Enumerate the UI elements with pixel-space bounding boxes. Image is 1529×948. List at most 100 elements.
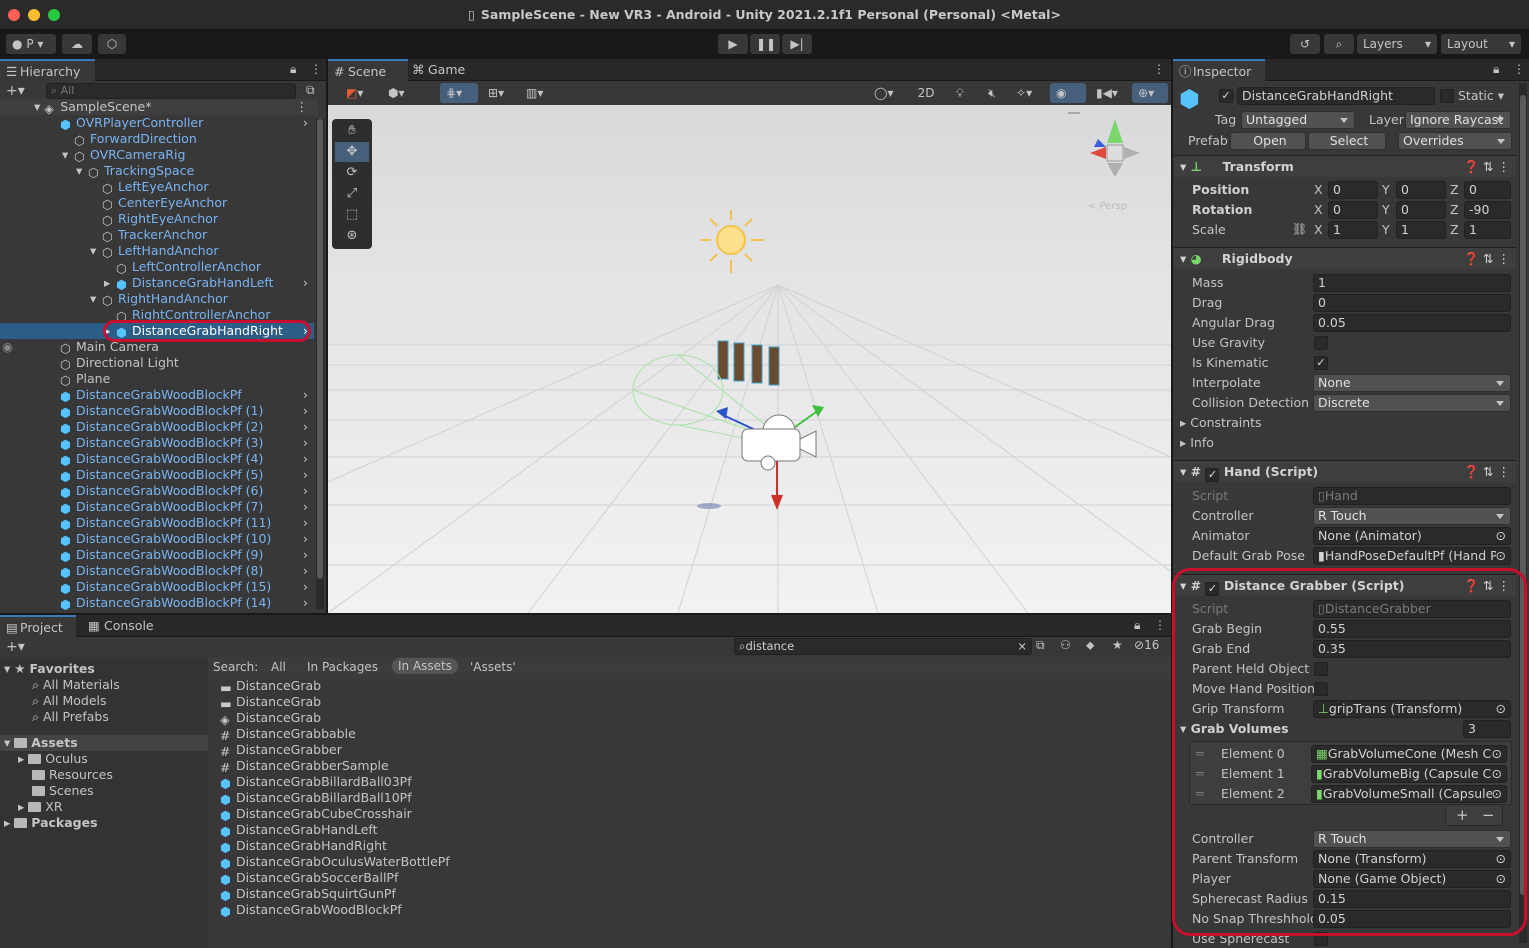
prefab-open-button-face[interactable]: Open xyxy=(1230,132,1306,150)
expand-arrow-icon[interactable]: ▾ xyxy=(76,163,88,179)
favorite-item[interactable]: ⌕ All Materials xyxy=(32,677,120,693)
angular-drag-field[interactable]: 0.05 xyxy=(1313,314,1511,332)
history-button[interactable]: ↺ xyxy=(1290,34,1320,54)
search-result-item[interactable]: # DistanceGrabberSample xyxy=(220,758,389,775)
layer-dropdown[interactable]: Ignore Raycast xyxy=(1405,111,1511,129)
open-prefab-icon[interactable]: › xyxy=(303,451,308,467)
rotation-y-field[interactable]: 0 xyxy=(1396,201,1446,219)
grid-plane-button[interactable]: ▥▾ xyxy=(520,83,556,103)
project-search-input[interactable]: ⌕distance × xyxy=(734,638,1032,655)
layout-dropdown[interactable]: Layout ▾ xyxy=(1441,34,1521,54)
favorite-item[interactable]: ⌕ All Models xyxy=(32,693,107,709)
layers-dropdown[interactable]: Layers ▾ xyxy=(1357,34,1437,54)
open-prefab-icon[interactable]: › xyxy=(303,499,308,515)
position-z-field[interactable]: 0 xyxy=(1464,181,1511,199)
is-kinematic-checkbox[interactable]: ✓ xyxy=(1314,356,1328,370)
axis-x-label[interactable]: X xyxy=(1314,201,1323,219)
object-name-field[interactable]: DistanceGrabHandRight xyxy=(1237,87,1435,105)
transform-tool-icon[interactable]: ⊛ xyxy=(335,226,369,246)
axis-z-label[interactable]: Z xyxy=(1450,221,1459,239)
tag-icon[interactable]: ⬥ xyxy=(1086,638,1094,653)
pivot-button[interactable]: ⬢▾ xyxy=(382,83,418,103)
hierarchy-item[interactable]: ⬢ DistanceGrabWoodBlockPf (14) › xyxy=(0,595,314,612)
hierarchy-item[interactable]: ⬡ Plane xyxy=(0,371,314,388)
open-prefab-icon[interactable]: › xyxy=(303,387,308,403)
cloud-button[interactable]: ☁ xyxy=(62,34,92,54)
search-result-item[interactable]: ⬢ DistanceGrabHandLeft xyxy=(220,822,378,839)
scale-tool-icon[interactable]: ⤢ xyxy=(335,184,369,204)
hierarchy-item[interactable]: ▾ ⬡ RightHandAnchor xyxy=(0,291,314,308)
position-x-field[interactable]: 0 xyxy=(1328,181,1378,199)
lock-icon[interactable]: 🔒︎ xyxy=(1493,62,1499,77)
lock-icon[interactable]: 🔒︎ xyxy=(290,62,296,77)
search-result-item[interactable]: ⬢ DistanceGrabWoodBlockPf xyxy=(220,902,402,919)
transform-header[interactable]: ▾ ⊥ Transform ❓ ⇅ ⋮ xyxy=(1174,155,1516,177)
prefab-select-button[interactable]: Select xyxy=(1308,132,1386,150)
search-result-item[interactable]: # DistanceGrabber xyxy=(220,742,342,759)
tab-console[interactable]: ▦ Console xyxy=(80,615,160,637)
gizmos-button[interactable]: ⊕▾ xyxy=(1132,83,1168,103)
add-icon[interactable]: +▾ xyxy=(6,639,25,655)
assets-header[interactable]: ▾ Assets xyxy=(0,735,208,751)
hierarchy-item[interactable]: ⬢ DistanceGrabWoodBlockPf (11) › xyxy=(0,515,314,532)
search-result-item[interactable]: # DistanceGrabbable xyxy=(220,726,356,743)
hand-script-header[interactable]: ▾ # ✓ Hand (Script) ❓ ⇅ ⋮ xyxy=(1174,460,1516,482)
hierarchy-item[interactable]: ⬡ LeftEyeAnchor xyxy=(0,179,314,196)
tag-dropdown[interactable]: Untagged xyxy=(1241,111,1355,129)
hierarchy-item[interactable]: ⬢ DistanceGrabWoodBlockPf (7) › xyxy=(0,499,314,516)
hierarchy-item[interactable]: ⬢ DistanceGrabWoodBlockPf (1) › xyxy=(0,403,314,420)
draw-mode-button[interactable]: ◩▾ xyxy=(340,83,376,103)
search-button[interactable]: ⌕ xyxy=(1324,34,1354,54)
use-gravity-checkbox[interactable] xyxy=(1314,336,1328,350)
grid-snap-button[interactable]: ⋕▾ xyxy=(440,83,478,103)
kebab-menu-icon[interactable]: ⋮ xyxy=(310,62,322,76)
open-prefab-icon[interactable]: › xyxy=(303,579,308,595)
collab-button[interactable]: ⬡ xyxy=(98,34,126,54)
rotation-z-field[interactable]: -90 xyxy=(1464,201,1511,219)
open-prefab-icon[interactable]: › xyxy=(303,403,308,419)
open-prefab-icon[interactable]: › xyxy=(303,595,308,611)
hierarchy-item[interactable]: ▾ ⬡ LeftHandAnchor xyxy=(0,243,314,260)
hierarchy-item[interactable]: ⬡ RightEyeAnchor xyxy=(0,211,314,228)
axis-x-label[interactable]: X xyxy=(1314,181,1323,199)
snap-increment-button[interactable]: ⊞▾ xyxy=(482,83,514,103)
hierarchy-item[interactable]: ⬢ DistanceGrabWoodBlockPf › xyxy=(0,387,314,404)
expand-arrow-icon[interactable]: ▾ xyxy=(90,291,102,307)
hierarchy-item[interactable]: ⬡ TrackerAnchor xyxy=(0,227,314,244)
mass-field[interactable]: 1 xyxy=(1313,274,1511,292)
hierarchy-item[interactable]: ⬢ DistanceGrabWoodBlockPf (8) › xyxy=(0,563,314,580)
search-result-item[interactable]: ⬢ DistanceGrabCubeCrosshair xyxy=(220,806,412,823)
search-by-label-icon[interactable]: ⚇ xyxy=(1060,638,1071,652)
scope-in-assets[interactable]: In Assets xyxy=(392,658,459,674)
hierarchy-item[interactable]: ⬡ ForwardDirection xyxy=(0,131,314,148)
favorites-header[interactable]: ▾ ★ Favorites xyxy=(4,661,95,677)
search-options-icon[interactable]: ⧉ xyxy=(306,83,315,98)
axis-y-label[interactable]: Y xyxy=(1382,221,1390,239)
rigidbody-header[interactable]: ▾ ◕ Rigidbody ❓ ⇅ ⋮ xyxy=(1174,247,1516,269)
hand-tool-icon[interactable]: ✋︎ xyxy=(335,121,369,141)
axis-x-label[interactable]: X xyxy=(1314,221,1323,239)
scope-in-packages[interactable]: In Packages xyxy=(307,660,378,674)
expand-arrow-icon[interactable]: ▾ xyxy=(90,243,102,259)
search-result-item[interactable]: ◈ DistanceGrab xyxy=(220,710,321,727)
hierarchy-search-input[interactable]: ⌕ All xyxy=(46,83,296,99)
hierarchy-item[interactable]: ⬡ CenterEyeAnchor xyxy=(0,195,314,212)
prefab-overrides-dropdown[interactable]: Overrides xyxy=(1398,132,1512,150)
search-result-item[interactable]: ⬢ DistanceGrabHandRight xyxy=(220,838,387,855)
search-result-item[interactable]: ▬ DistanceGrab xyxy=(220,694,321,711)
component-menu-icons[interactable]: ❓ ⇅ ⋮ xyxy=(1464,461,1510,483)
effects-toggle[interactable]: ✧▾ xyxy=(1010,83,1046,103)
scope-all[interactable]: All xyxy=(271,660,286,674)
search-by-type-icon[interactable]: ⧉ xyxy=(1036,638,1045,653)
axis-z-label[interactable]: Z xyxy=(1450,181,1459,199)
audio-toggle[interactable]: 🔇︎ xyxy=(978,83,1006,103)
rotation-x-field[interactable]: 0 xyxy=(1328,201,1378,219)
scale-x-field[interactable]: 1 xyxy=(1328,221,1378,239)
hierarchy-item[interactable]: ⬢ DistanceGrabWoodBlockPf (15) › xyxy=(0,579,314,596)
hierarchy-item[interactable]: ⬡ LeftControllerAnchor xyxy=(0,259,314,276)
camera-settings-button[interactable]: ▮◀▾ xyxy=(1090,83,1128,103)
open-prefab-icon[interactable]: › xyxy=(303,515,308,531)
open-prefab-icon[interactable]: › xyxy=(303,275,308,291)
hidden-packages-count[interactable]: ⊘16 xyxy=(1134,638,1159,652)
tab-game[interactable]: ⌘ Game xyxy=(408,59,478,81)
